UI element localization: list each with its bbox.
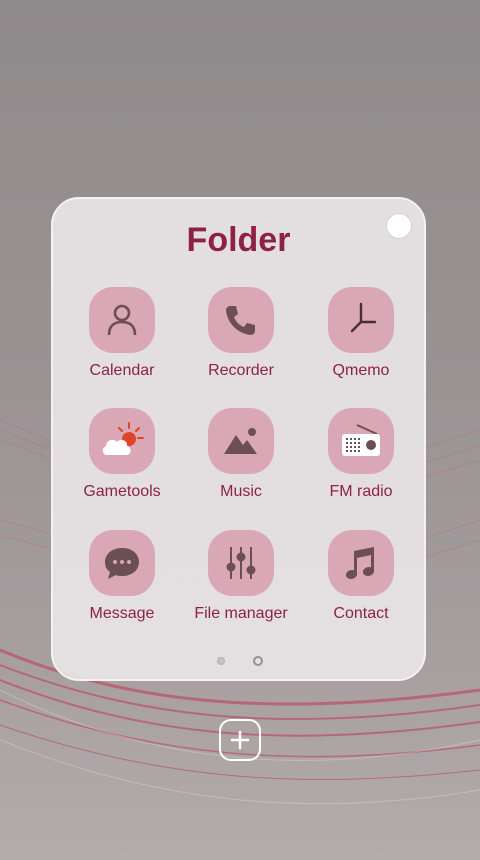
- person-icon: [89, 287, 155, 353]
- app-recorder[interactable]: Recorder: [181, 287, 301, 380]
- app-label: Message: [89, 605, 155, 622]
- chat-bubble-icon: [89, 530, 155, 596]
- plus-icon: [230, 730, 250, 750]
- equalizer-icon: [208, 530, 274, 596]
- app-contact[interactable]: Contact: [301, 530, 421, 623]
- app-message[interactable]: Message: [62, 530, 182, 623]
- app-label: Calendar: [89, 362, 155, 379]
- folder-panel: Folder Calendar Recorder Qmemo Gametools…: [51, 197, 426, 681]
- add-app-button[interactable]: [219, 719, 261, 761]
- folder-title[interactable]: Folder: [53, 221, 424, 260]
- clock-icon: [328, 287, 394, 353]
- folder-close-button[interactable]: [386, 213, 412, 239]
- app-label: Contact: [333, 605, 389, 622]
- app-label: Gametools: [83, 483, 161, 500]
- weather-icon: [89, 408, 155, 474]
- app-gametools[interactable]: Gametools: [62, 408, 182, 501]
- app-qmemo[interactable]: Qmemo: [301, 287, 421, 380]
- app-calendar[interactable]: Calendar: [62, 287, 182, 380]
- app-fm-radio[interactable]: FM radio: [301, 408, 421, 501]
- music-note-icon: [328, 530, 394, 596]
- app-music[interactable]: Music: [181, 408, 301, 501]
- app-label: FM radio: [329, 483, 393, 500]
- app-label: Music: [220, 483, 262, 500]
- radio-icon: [328, 408, 394, 474]
- app-label: Recorder: [208, 362, 274, 379]
- app-file-manager[interactable]: File manager: [181, 530, 301, 623]
- app-label: Qmemo: [332, 362, 390, 379]
- gallery-icon: [208, 408, 274, 474]
- page-indicator-2[interactable]: [253, 656, 263, 666]
- app-label: File manager: [194, 605, 288, 622]
- phone-icon: [208, 287, 274, 353]
- page-indicator-1[interactable]: [217, 657, 225, 665]
